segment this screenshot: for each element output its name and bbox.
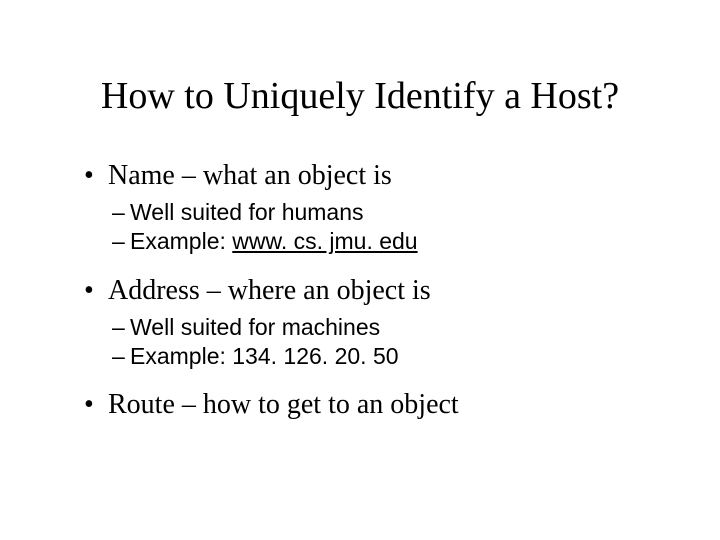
slide-body: Name – what an object is Well suited for… (84, 158, 644, 427)
bullet-address-sublist: Well suited for machines Example: 134. 1… (112, 313, 644, 372)
bullet-address: Address – where an object is (84, 273, 644, 309)
sub-address-example: Example: 134. 126. 20. 50 (112, 342, 644, 371)
bullet-name: Name – what an object is (84, 158, 644, 194)
slide: How to Uniquely Identify a Host? Name – … (0, 0, 720, 540)
bullet-name-sublist: Well suited for humans Example: www. cs.… (112, 198, 644, 257)
sub-name-example: Example: www. cs. jmu. edu (112, 227, 644, 256)
sub-address-machines: Well suited for machines (112, 313, 644, 342)
slide-title: How to Uniquely Identify a Host? (0, 74, 720, 118)
sub-name-example-link[interactable]: www. cs. jmu. edu (232, 228, 417, 254)
sub-name-example-label: Example: (130, 228, 232, 254)
bullet-route: Route – how to get to an object (84, 387, 644, 423)
sub-name-humans: Well suited for humans (112, 198, 644, 227)
